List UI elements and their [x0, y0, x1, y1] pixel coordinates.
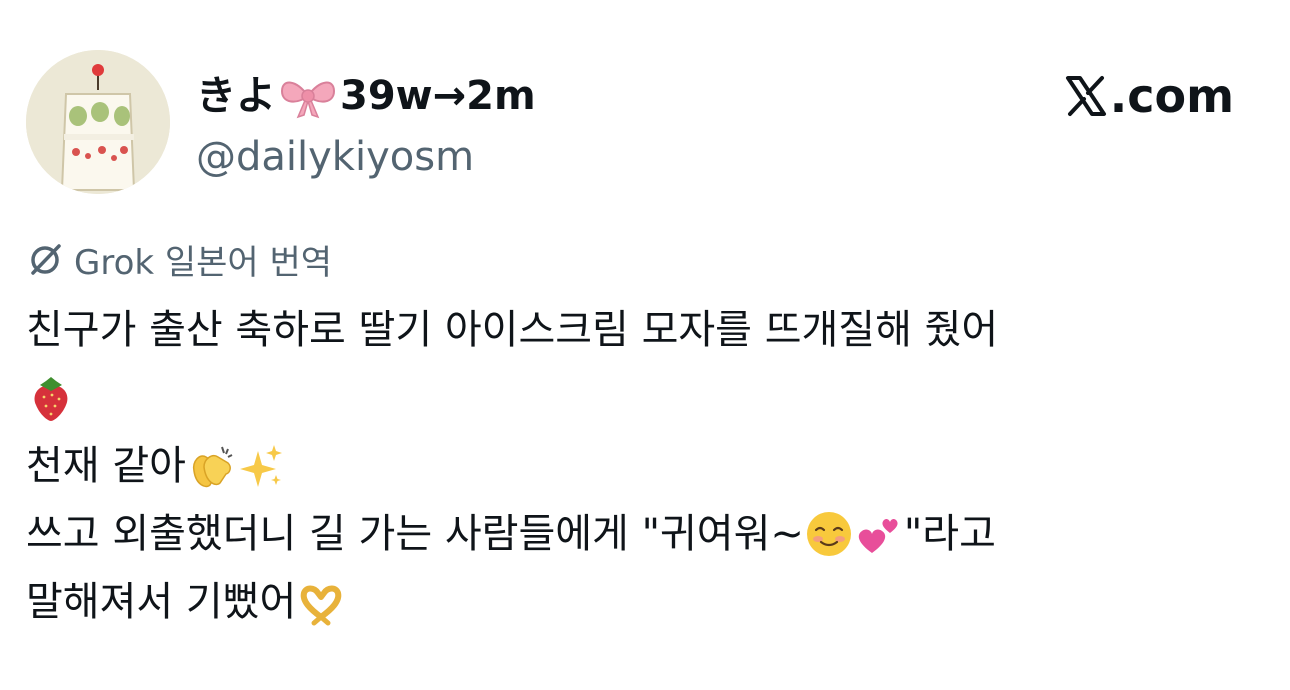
body-line-5-text: 말해져서 기뻤어 — [26, 579, 297, 625]
clapping-hands-icon — [186, 441, 236, 491]
body-line-2 — [26, 364, 1266, 432]
brand-domain: .com — [1109, 69, 1234, 123]
two-hearts-icon — [854, 509, 904, 559]
body-line-4-text-a: 쓰고 외출했더니 길 가는 사람들에게 "귀여워~ — [26, 511, 804, 557]
author-name-suffix: 39w→2m — [340, 73, 536, 119]
body-line-1: 친구가 출산 축하로 딸기 아이스크림 모자를 뜨개질해 줬어 — [26, 296, 1266, 364]
brand-label[interactable]: .com — [1064, 66, 1234, 126]
ribbon-icon — [278, 71, 338, 121]
body-line-4: 쓰고 외출했더니 길 가는 사람들에게 "귀여워~ "라고 — [26, 500, 1266, 568]
author-handle[interactable]: @dailykiyosm — [196, 130, 474, 184]
body-line-1-text: 친구가 출산 축하로 딸기 아이스크림 모자를 뜨개질해 줬어 — [26, 307, 999, 353]
post-body: 친구가 출산 축하로 딸기 아이스크림 모자를 뜨개질해 줬어 천재 같아 쓰고… — [26, 296, 1266, 636]
heart-hands-icon — [296, 577, 346, 627]
avatar[interactable] — [26, 50, 170, 194]
translation-label[interactable]: Grok 일본어 번역 — [28, 234, 332, 284]
author-name[interactable]: きよ 39w→2m — [196, 68, 536, 124]
translation-label-text: Grok 일본어 번역 — [74, 242, 333, 283]
strawberry-icon — [26, 373, 76, 423]
body-line-3-text: 천재 같아 — [26, 443, 186, 489]
author-name-prefix: きよ — [196, 73, 276, 119]
sparkles-icon — [236, 441, 286, 491]
x-logo-icon — [1065, 76, 1106, 116]
smiling-face-icon — [804, 509, 854, 559]
body-line-4-text-b: "라고 — [903, 511, 996, 557]
body-line-5: 말해져서 기뻤어 — [26, 568, 1266, 636]
body-line-3: 천재 같아 — [26, 432, 1266, 500]
cake-avatar-icon — [26, 50, 170, 194]
post-card: きよ 39w→2m @dailykiyosm .com Grok 일본어 번역 … — [0, 0, 1290, 690]
grok-icon — [31, 244, 61, 275]
